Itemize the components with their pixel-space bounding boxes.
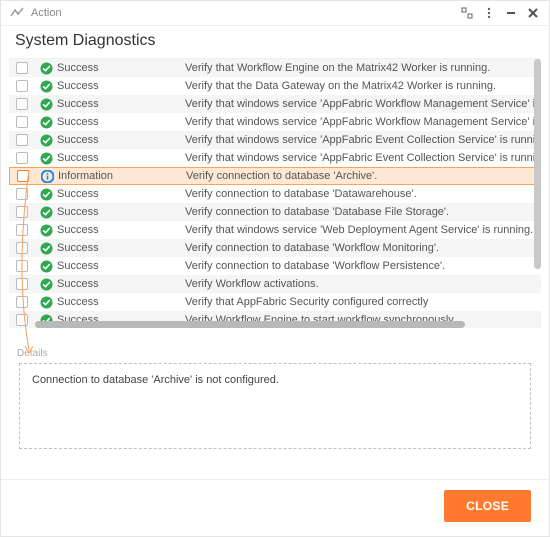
table-row[interactable]: SuccessVerify that windows service 'AppF… [9,149,541,167]
description-text: Verify Workflow activations. [185,278,541,290]
row-checkbox[interactable] [9,278,35,290]
description-text: Verify that AppFabric Security configure… [185,296,541,308]
row-checkbox[interactable] [9,296,35,308]
status-text: Success [57,98,185,110]
row-checkbox[interactable] [9,62,35,74]
success-icon [35,278,57,291]
description-text: Verify connection to database 'Workflow … [185,242,541,254]
row-checkbox[interactable] [10,170,36,182]
success-icon [35,116,57,129]
minimize-icon[interactable] [503,5,519,21]
description-text: Verify connection to database 'Database … [185,206,541,218]
success-icon [35,152,57,165]
row-checkbox[interactable] [9,260,35,272]
status-text: Success [57,80,185,92]
success-icon [35,206,57,219]
info-icon [36,170,58,183]
status-text: Success [57,116,185,128]
row-checkbox[interactable] [9,188,35,200]
description-text: Verify connection to database 'Workflow … [185,260,541,272]
description-text: Verify that windows service 'AppFabric W… [185,116,541,128]
page-title: System Diagnostics [1,26,549,58]
table-row[interactable]: SuccessVerify that AppFabric Security co… [9,293,541,311]
vertical-scrollbar[interactable] [534,59,541,328]
details-content: Connection to database 'Archive' is not … [19,363,531,449]
status-text: Success [57,296,185,308]
row-checkbox[interactable] [9,224,35,236]
success-icon [35,62,57,75]
description-text: Verify that Workflow Engine on the Matri… [185,62,541,74]
success-icon [35,80,57,93]
status-text: Success [57,188,185,200]
success-icon [35,224,57,237]
table-row[interactable]: InformationVerify connection to database… [9,167,541,185]
status-text: Success [57,224,185,236]
window-titlebar: Action [1,1,549,25]
results-grid: SuccessVerify that Workflow Engine on th… [9,58,541,328]
description-text: Verify that the Data Gateway on the Matr… [185,80,541,92]
table-row[interactable]: SuccessVerify connection to database 'Da… [9,185,541,203]
success-icon [35,188,57,201]
status-text: Success [57,206,185,218]
description-text: Verify that windows service 'AppFabric E… [185,134,541,146]
description-text: Verify that windows service 'AppFabric E… [185,152,541,164]
description-text: Verify connection to database 'Archive'. [186,170,540,182]
dialog-footer: CLOSE [1,479,549,536]
status-text: Success [57,260,185,272]
status-text: Success [57,62,185,74]
row-checkbox[interactable] [9,206,35,218]
horizontal-scrollbar[interactable] [35,321,529,328]
success-icon [35,260,57,273]
row-checkbox[interactable] [9,242,35,254]
success-icon [35,242,57,255]
app-icon [9,5,25,21]
table-row[interactable]: SuccessVerify that Workflow Engine on th… [9,59,541,77]
status-text: Success [57,278,185,290]
status-text: Success [57,134,185,146]
success-icon [35,296,57,309]
expand-icon[interactable] [459,5,475,21]
table-row[interactable]: SuccessVerify Workflow activations. [9,275,541,293]
status-text: Success [57,152,185,164]
table-row[interactable]: SuccessVerify connection to database 'Wo… [9,239,541,257]
row-checkbox[interactable] [9,98,35,110]
details-label: Details [1,346,549,363]
table-row[interactable]: SuccessVerify that the Data Gateway on t… [9,77,541,95]
row-checkbox[interactable] [9,152,35,164]
row-checkbox[interactable] [9,80,35,92]
table-row[interactable]: SuccessVerify connection to database 'Da… [9,203,541,221]
status-text: Success [57,242,185,254]
close-button[interactable]: CLOSE [444,490,531,522]
success-icon [35,98,57,111]
row-checkbox[interactable] [9,314,35,326]
status-text: Information [58,170,186,182]
description-text: Verify that windows service 'AppFabric W… [185,98,541,110]
window-title: Action [31,7,62,19]
table-row[interactable]: SuccessVerify connection to database 'Wo… [9,257,541,275]
table-row[interactable]: SuccessVerify that windows service 'AppF… [9,131,541,149]
description-text: Verify connection to database 'Datawareh… [185,188,541,200]
description-text: Verify that windows service 'Web Deploym… [185,224,541,236]
table-row[interactable]: SuccessVerify that windows service 'Web … [9,221,541,239]
more-icon[interactable] [481,5,497,21]
close-icon[interactable] [525,5,541,21]
table-row[interactable]: SuccessVerify that windows service 'AppF… [9,95,541,113]
row-checkbox[interactable] [9,116,35,128]
row-checkbox[interactable] [9,134,35,146]
success-icon [35,134,57,147]
table-row[interactable]: SuccessVerify that windows service 'AppF… [9,113,541,131]
